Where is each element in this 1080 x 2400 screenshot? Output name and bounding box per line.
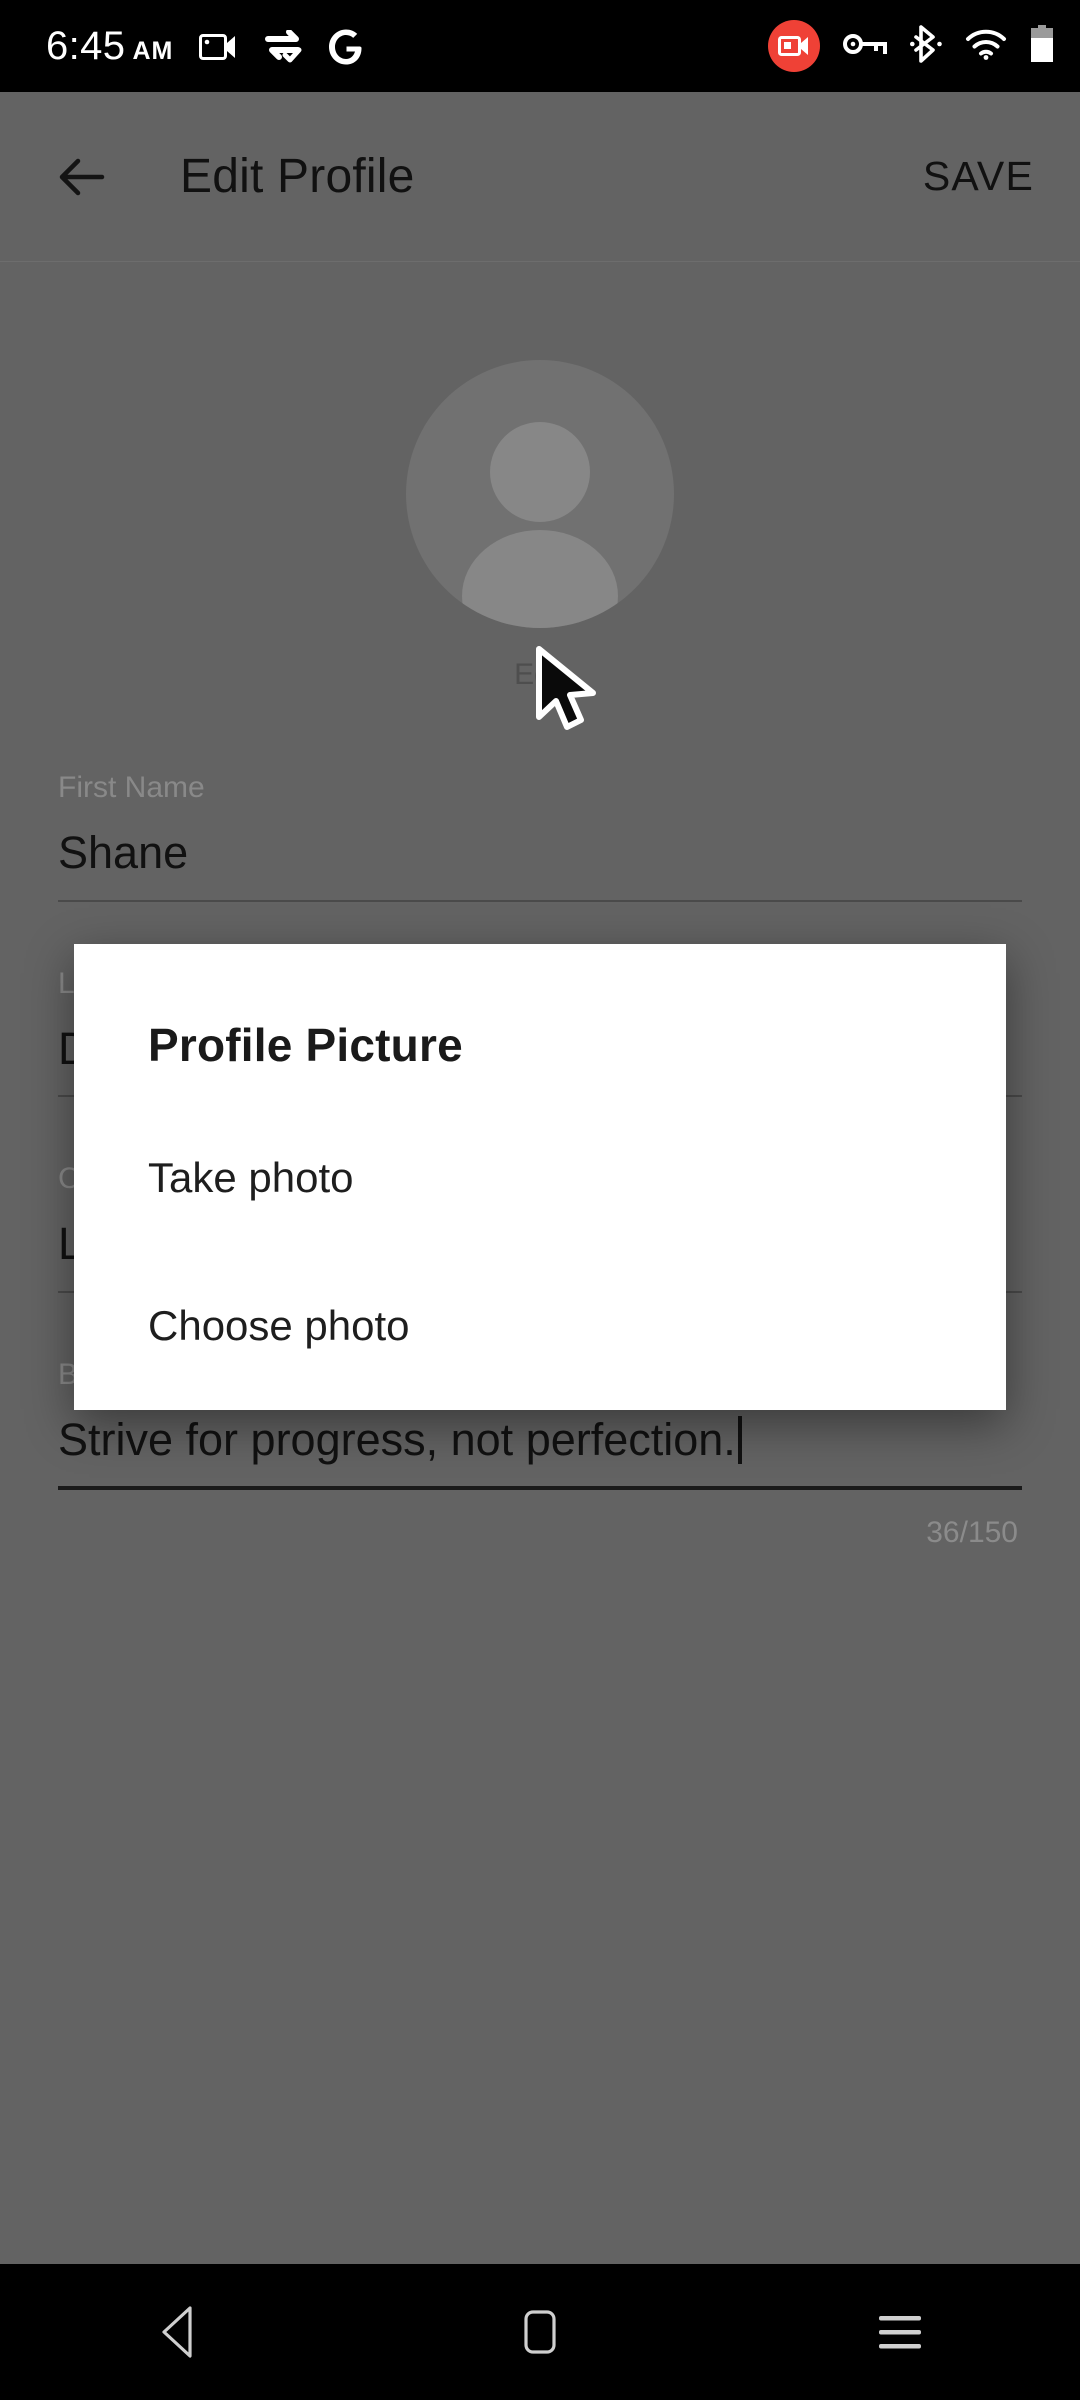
status-bar-right xyxy=(768,20,1054,72)
dialog-title: Profile Picture xyxy=(148,1019,463,1071)
status-notification-icons xyxy=(199,29,363,70)
dialog-option-take-photo[interactable]: Take photo xyxy=(74,1154,1006,1202)
wifi-icon xyxy=(965,28,1007,65)
video-camera-icon xyxy=(199,32,237,67)
google-g-icon xyxy=(329,29,363,70)
vpn-key-icon xyxy=(843,31,887,62)
nav-recents-icon[interactable] xyxy=(840,2272,960,2392)
field-value[interactable]: Strive for progress, not perfection. xyxy=(58,1414,1022,1487)
nav-back-icon[interactable] xyxy=(120,2272,240,2392)
profile-picture-dialog: Profile Picture Take photo Choose photo xyxy=(74,944,1006,1410)
page-title: Edit Profile xyxy=(180,150,415,203)
phone-screen: 6:45 AM Edit Profile SAVE Edit First Nam… xyxy=(0,0,1080,2400)
status-clock: 6:45 AM xyxy=(46,23,174,68)
dialog-option-choose-photo[interactable]: Choose photo xyxy=(74,1302,1006,1350)
back-arrow-icon[interactable] xyxy=(50,145,114,209)
person-placeholder-icon xyxy=(462,422,618,628)
field-first-name[interactable]: First Name Shane xyxy=(58,770,1022,902)
avatar-edit-label[interactable]: Edit xyxy=(514,658,566,692)
app-bar: Edit Profile SAVE xyxy=(0,92,1080,262)
battery-icon xyxy=(1030,24,1054,68)
screen-record-icon xyxy=(768,20,820,72)
data-transfer-check-icon xyxy=(263,29,303,68)
field-value[interactable]: Shane xyxy=(58,828,1022,900)
save-button[interactable]: SAVE xyxy=(923,153,1046,200)
field-underline xyxy=(58,1486,1022,1490)
bluetooth-icon xyxy=(910,24,942,68)
field-underline xyxy=(58,899,1022,902)
field-label: First Name xyxy=(58,771,205,804)
status-bar-left: 6:45 AM xyxy=(46,26,768,67)
text-caret xyxy=(737,1415,742,1464)
nav-home-icon[interactable] xyxy=(480,2272,600,2392)
status-bar: 6:45 AM xyxy=(0,0,1080,92)
bio-char-counter: 36/150 xyxy=(926,1516,1018,1549)
avatar-section: Edit xyxy=(0,360,1080,692)
system-navigation-bar xyxy=(0,2264,1080,2400)
avatar[interactable] xyxy=(406,360,674,628)
